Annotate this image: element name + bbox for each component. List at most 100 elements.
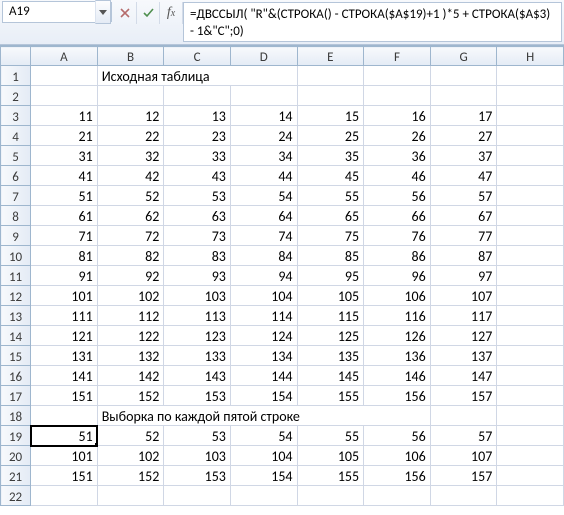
cell[interactable]: 32	[97, 146, 164, 166]
enter-button[interactable]	[137, 2, 160, 24]
cell[interactable]: 74	[230, 226, 297, 246]
cell[interactable]: Исходная таблица	[97, 66, 297, 86]
cell[interactable]: 157	[430, 466, 497, 486]
cell[interactable]: 135	[297, 346, 364, 366]
cell[interactable]: 92	[97, 266, 164, 286]
cell[interactable]: 66	[364, 206, 431, 226]
cell[interactable]: 65	[297, 206, 364, 226]
cell[interactable]	[497, 306, 564, 326]
cell[interactable]	[497, 386, 564, 406]
cell[interactable]: 151	[31, 386, 98, 406]
cell[interactable]: 115	[297, 306, 364, 326]
row-header[interactable]: 22	[1, 486, 31, 506]
cell[interactable]: 63	[164, 206, 231, 226]
cell[interactable]: 95	[297, 266, 364, 286]
cell[interactable]	[497, 166, 564, 186]
cell[interactable]: 104	[230, 446, 297, 466]
cell[interactable]: 53	[164, 426, 231, 446]
cell[interactable]	[31, 406, 98, 426]
cell[interactable]: 114	[230, 306, 297, 326]
cell[interactable]: 152	[97, 466, 164, 486]
cell[interactable]: 14	[230, 106, 297, 126]
cell[interactable]: 57	[430, 186, 497, 206]
cell[interactable]: 23	[164, 126, 231, 146]
name-box-dropdown[interactable]	[95, 0, 111, 24]
cell[interactable]: 146	[364, 366, 431, 386]
cell[interactable]: 76	[364, 226, 431, 246]
cell[interactable]	[497, 426, 564, 446]
cell[interactable]: 56	[364, 186, 431, 206]
cell[interactable]: 104	[230, 286, 297, 306]
name-box[interactable]: A19	[2, 1, 95, 23]
cell[interactable]	[31, 86, 98, 106]
cell[interactable]: 102	[97, 286, 164, 306]
row-header[interactable]: 8	[1, 206, 31, 226]
cell[interactable]: 21	[31, 126, 98, 146]
row-header[interactable]: 1	[1, 66, 31, 86]
cell[interactable]: 86	[364, 246, 431, 266]
cell[interactable]: 45	[297, 166, 364, 186]
col-header-F[interactable]: F	[364, 47, 431, 66]
cell[interactable]: 153	[164, 466, 231, 486]
cell[interactable]: 56	[364, 426, 431, 446]
row-header[interactable]: 12	[1, 286, 31, 306]
cell[interactable]	[364, 66, 431, 86]
cell[interactable]: 136	[364, 346, 431, 366]
cell[interactable]: 16	[364, 106, 431, 126]
cell[interactable]: 27	[430, 126, 497, 146]
row-header[interactable]: 13	[1, 306, 31, 326]
cell[interactable]	[31, 486, 98, 506]
cell[interactable]	[164, 486, 231, 506]
col-header-B[interactable]: B	[97, 47, 164, 66]
row-header[interactable]: 7	[1, 186, 31, 206]
cell[interactable]	[497, 466, 564, 486]
col-header-G[interactable]: G	[430, 47, 497, 66]
cell[interactable]: 154	[230, 386, 297, 406]
cell[interactable]	[230, 486, 297, 506]
cell[interactable]	[31, 66, 98, 86]
cell[interactable]	[364, 486, 431, 506]
cell[interactable]: 41	[31, 166, 98, 186]
cell[interactable]: 156	[364, 386, 431, 406]
cell[interactable]: 123	[164, 326, 231, 346]
cell[interactable]: 52	[97, 186, 164, 206]
col-header-H[interactable]: H	[497, 47, 564, 66]
cell[interactable]	[497, 286, 564, 306]
cell[interactable]: 35	[297, 146, 364, 166]
cell[interactable]: 155	[297, 386, 364, 406]
row-header[interactable]: 2	[1, 86, 31, 106]
cell[interactable]: 36	[364, 146, 431, 166]
cell[interactable]: 54	[230, 186, 297, 206]
cell[interactable]: 143	[164, 366, 231, 386]
cell[interactable]: 71	[31, 226, 98, 246]
cell[interactable]	[97, 486, 164, 506]
cell[interactable]: 53	[164, 186, 231, 206]
cell[interactable]: 77	[430, 226, 497, 246]
row-header[interactable]: 3	[1, 106, 31, 126]
cell[interactable]	[497, 346, 564, 366]
cell[interactable]	[430, 486, 497, 506]
cell[interactable]: 144	[230, 366, 297, 386]
cell[interactable]: 111	[31, 306, 98, 326]
cell[interactable]: 107	[430, 286, 497, 306]
cell[interactable]	[497, 66, 564, 86]
cell[interactable]: 122	[97, 326, 164, 346]
col-header-D[interactable]: D	[230, 47, 297, 66]
cell[interactable]	[297, 86, 364, 106]
cell[interactable]: 87	[430, 246, 497, 266]
cell[interactable]	[497, 146, 564, 166]
cell[interactable]: 105	[297, 446, 364, 466]
cell[interactable]	[164, 86, 231, 106]
cell[interactable]: 106	[364, 446, 431, 466]
cell[interactable]: 131	[31, 346, 98, 366]
cell[interactable]	[497, 266, 564, 286]
cell[interactable]: 61	[31, 206, 98, 226]
cell[interactable]: 26	[364, 126, 431, 146]
cell[interactable]: 147	[430, 366, 497, 386]
cell[interactable]	[497, 106, 564, 126]
cell[interactable]: 33	[164, 146, 231, 166]
cell[interactable]: 93	[164, 266, 231, 286]
cell[interactable]: 103	[164, 286, 231, 306]
cell[interactable]: 121	[31, 326, 98, 346]
cell[interactable]	[497, 86, 564, 106]
